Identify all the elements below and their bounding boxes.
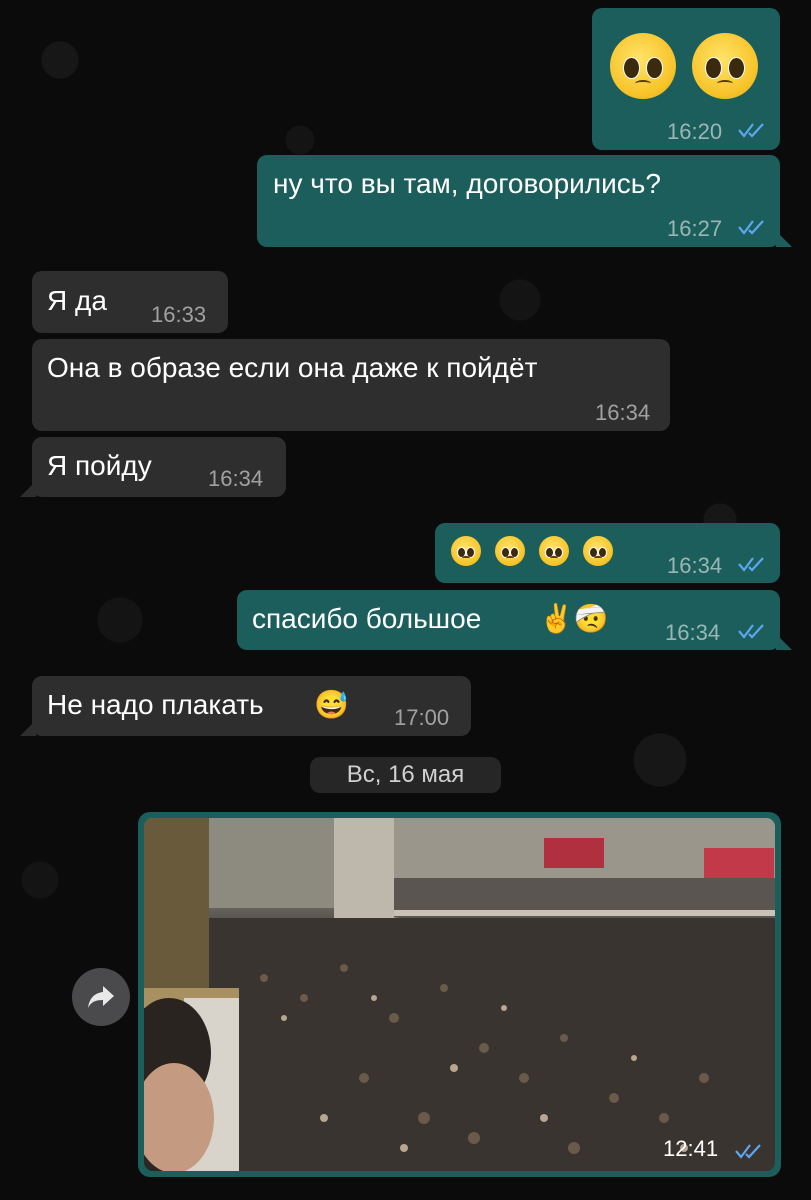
message-outgoing[interactable]: 16:34 xyxy=(435,523,780,583)
emoji-victory-bandage: ✌️🤕 xyxy=(539,603,609,634)
double-check-icon xyxy=(738,624,764,639)
message-outgoing[interactable]: спасибо большое ✌️🤕 16:34 xyxy=(237,590,792,650)
emoji-grinning-sweat: 😅 xyxy=(314,689,349,720)
double-check-icon xyxy=(738,557,764,572)
photo-message[interactable]: 12:41 xyxy=(138,812,781,1177)
message-time: 16:34 xyxy=(667,553,723,578)
message-time: 16:34 xyxy=(208,466,264,491)
message-incoming[interactable]: Не надо плакать 😅 17:00 xyxy=(20,676,471,736)
message-time: 16:20 xyxy=(667,119,723,144)
photo-time: 12:41 xyxy=(663,1136,719,1161)
crowd-mall-photo xyxy=(144,818,775,1171)
forward-arrow-icon xyxy=(88,986,114,1008)
message-time: 16:34 xyxy=(665,620,721,645)
message-time: 16:33 xyxy=(151,302,207,327)
message-text: Я пойду xyxy=(47,450,152,481)
bubble-tail xyxy=(776,634,792,650)
date-separator: Вс, 16 мая xyxy=(310,757,501,793)
double-check-icon xyxy=(738,220,764,235)
message-time: 16:34 xyxy=(595,400,651,425)
emoji-pleading-face xyxy=(610,33,758,99)
double-check-icon xyxy=(738,123,764,138)
message-outgoing[interactable]: ну что вы там, договорились? 16:27 xyxy=(257,155,792,247)
bubble-tail xyxy=(776,231,792,247)
bubble-tail xyxy=(20,720,36,736)
photo-image[interactable]: 12:41 xyxy=(144,818,775,1171)
forward-button[interactable] xyxy=(72,968,130,1026)
message-incoming[interactable]: Она в образе если она даже к пойдёт 16:3… xyxy=(32,339,670,431)
message-time: 17:00 xyxy=(394,705,450,730)
message-time: 16:27 xyxy=(667,216,723,241)
message-text: спасибо большое xyxy=(252,603,482,634)
emoji-pleading-face xyxy=(451,536,613,566)
bubble-tail xyxy=(20,481,36,497)
double-check-icon xyxy=(735,1144,761,1159)
message-text: ну что вы там, договорились? xyxy=(273,168,661,199)
message-outgoing[interactable]: 16:20 xyxy=(592,8,780,150)
message-text: Я да xyxy=(47,285,107,316)
message-text: Не надо плакать xyxy=(47,689,264,720)
message-incoming[interactable]: Я пойду 16:34 xyxy=(20,437,286,497)
message-text: Она в образе если она даже к пойдёт xyxy=(47,352,538,383)
message-incoming[interactable]: Я да 16:33 xyxy=(32,271,228,333)
